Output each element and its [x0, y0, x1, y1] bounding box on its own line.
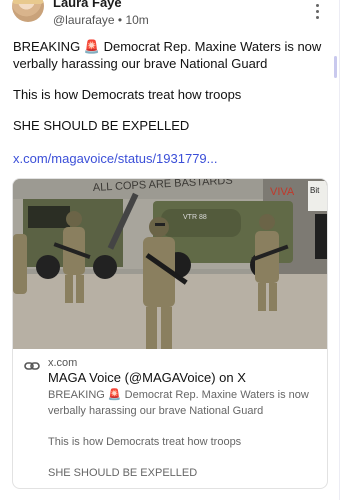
- author-name[interactable]: Laura Faye: [53, 0, 122, 10]
- card-domain: x.com: [48, 357, 78, 369]
- scrollbar-thumb[interactable]: [334, 56, 337, 78]
- post-text-line: BREAKING 🚨 Democrat Rep. Maxine Waters i…: [13, 39, 322, 71]
- graffiti-text-right: VIVA: [270, 186, 295, 198]
- card-desc-line: This is how Democrats treat how troops: [48, 436, 242, 448]
- post-body: BREAKING 🚨 Democrat Rep. Maxine Waters i…: [13, 38, 325, 148]
- card-desc-line: BREAKING 🚨 Democrat Rep. Maxine Waters i…: [48, 389, 309, 417]
- truck-label: VTR 88: [183, 214, 207, 221]
- link-icon: [24, 362, 40, 370]
- sign-text: Bit: [310, 186, 320, 195]
- avatar[interactable]: [12, 0, 44, 22]
- meta-separator: •: [117, 12, 123, 27]
- post-text-line: This is how Democrats treat how troops: [13, 87, 242, 102]
- post-time: 10m: [125, 12, 149, 27]
- post-header: Laura Faye @laurafaye • 10m: [0, 0, 340, 40]
- card-description: BREAKING 🚨 Democrat Rep. Maxine Waters i…: [48, 387, 313, 488]
- more-vertical-icon[interactable]: [312, 4, 322, 22]
- card-desc-line: SHE SHOULD BE EXPELLED: [48, 467, 198, 479]
- post-meta: @laurafaye • 10m: [53, 12, 149, 27]
- post-link[interactable]: x.com/magavoice/status/1931779...: [13, 151, 218, 166]
- author-handle[interactable]: @laurafaye: [53, 13, 115, 27]
- card-body[interactable]: x.com MAGA Voice (@MAGAVoice) on X BREAK…: [13, 349, 327, 488]
- post-text-line: SHE SHOULD BE EXPELLED: [13, 118, 190, 133]
- link-preview-card[interactable]: ALL COPS ARE BASTARDS VIVA Bit VTR 88 x.…: [12, 178, 328, 489]
- card-title[interactable]: MAGA Voice (@MAGAVoice) on X: [48, 370, 246, 385]
- card-image[interactable]: ALL COPS ARE BASTARDS VIVA Bit VTR 88: [13, 179, 327, 349]
